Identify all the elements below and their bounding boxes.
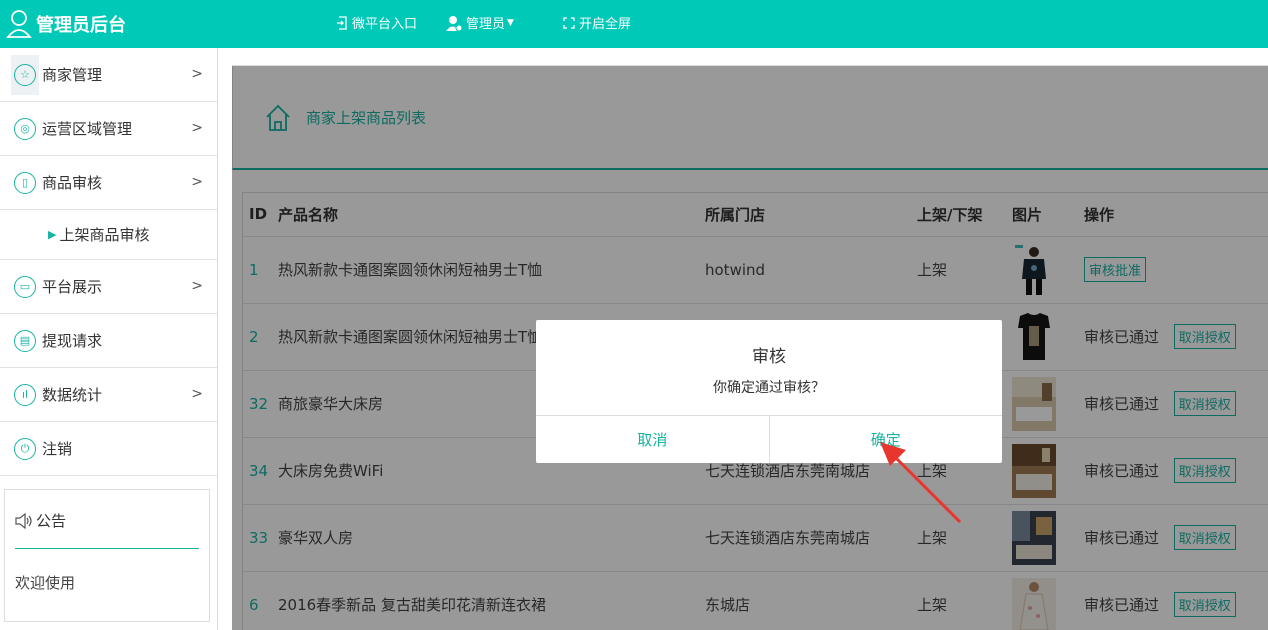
- chevron-right-icon: >: [191, 278, 203, 294]
- triangle-right-icon: ▶: [48, 228, 57, 241]
- display-icon: ▭: [14, 275, 36, 298]
- notice-panel: 公告 欢迎使用: [4, 489, 210, 622]
- user-icon: [6, 10, 32, 38]
- sidebar: ☆ 商家管理 > ◎ 运营区域管理 > ▯ 商品审核 > ▶ 上架商品审核 ▭ …: [0, 48, 218, 630]
- login-icon: [336, 15, 348, 30]
- sidebar-item-logout[interactable]: ⏻ 注销: [0, 422, 217, 476]
- top-bar: 管理员后台 微平台入口 管理员 ▼ 开启全屏: [0, 0, 1268, 48]
- location-icon: ◎: [14, 117, 36, 140]
- dialog-message: 你确定通过审核？: [713, 380, 825, 396]
- fullscreen-button[interactable]: 开启全屏: [563, 13, 631, 32]
- wallet-icon: ▤: [14, 329, 36, 352]
- fullscreen-icon: [563, 16, 575, 29]
- sidebar-item-region[interactable]: ◎ 运营区域管理 >: [0, 102, 217, 156]
- admin-user-icon: [446, 15, 462, 31]
- cancel-button[interactable]: 取消: [536, 416, 769, 463]
- caret-down-icon: ▼: [507, 17, 514, 28]
- power-icon: ⏻: [14, 437, 36, 460]
- chart-icon: ıl: [14, 383, 36, 406]
- notice-title: 公告: [36, 512, 67, 530]
- brand[interactable]: 管理员后台: [6, 9, 126, 39]
- dialog-title: 审核: [752, 347, 786, 367]
- chevron-right-icon: >: [191, 174, 203, 190]
- chevron-right-icon: >: [191, 386, 203, 402]
- speaker-icon: [15, 512, 32, 529]
- sidebar-item-withdraw[interactable]: ▤ 提现请求: [0, 314, 217, 368]
- sidebar-item-statistics[interactable]: ıl 数据统计 >: [0, 368, 217, 422]
- divider: [15, 548, 199, 549]
- admin-menu[interactable]: 管理员 ▼: [446, 13, 514, 32]
- notice-body: 欢迎使用: [15, 574, 76, 592]
- chevron-right-icon: >: [191, 120, 203, 136]
- sidebar-item-platform-display[interactable]: ▭ 平台展示 >: [0, 260, 217, 314]
- red-arrow-annotation: [880, 442, 962, 524]
- sidebar-subitem-listing-review[interactable]: ▶ 上架商品审核: [0, 210, 217, 260]
- sidebar-item-product-review[interactable]: ▯ 商品审核 >: [0, 156, 217, 210]
- micro-platform-link[interactable]: 微平台入口: [336, 13, 417, 32]
- app-title: 管理员后台: [36, 15, 126, 36]
- star-icon: ☆: [14, 63, 36, 86]
- clipboard-icon: ▯: [14, 171, 36, 194]
- sidebar-item-merchant[interactable]: ☆ 商家管理 >: [0, 48, 217, 102]
- chevron-right-icon: >: [191, 66, 203, 82]
